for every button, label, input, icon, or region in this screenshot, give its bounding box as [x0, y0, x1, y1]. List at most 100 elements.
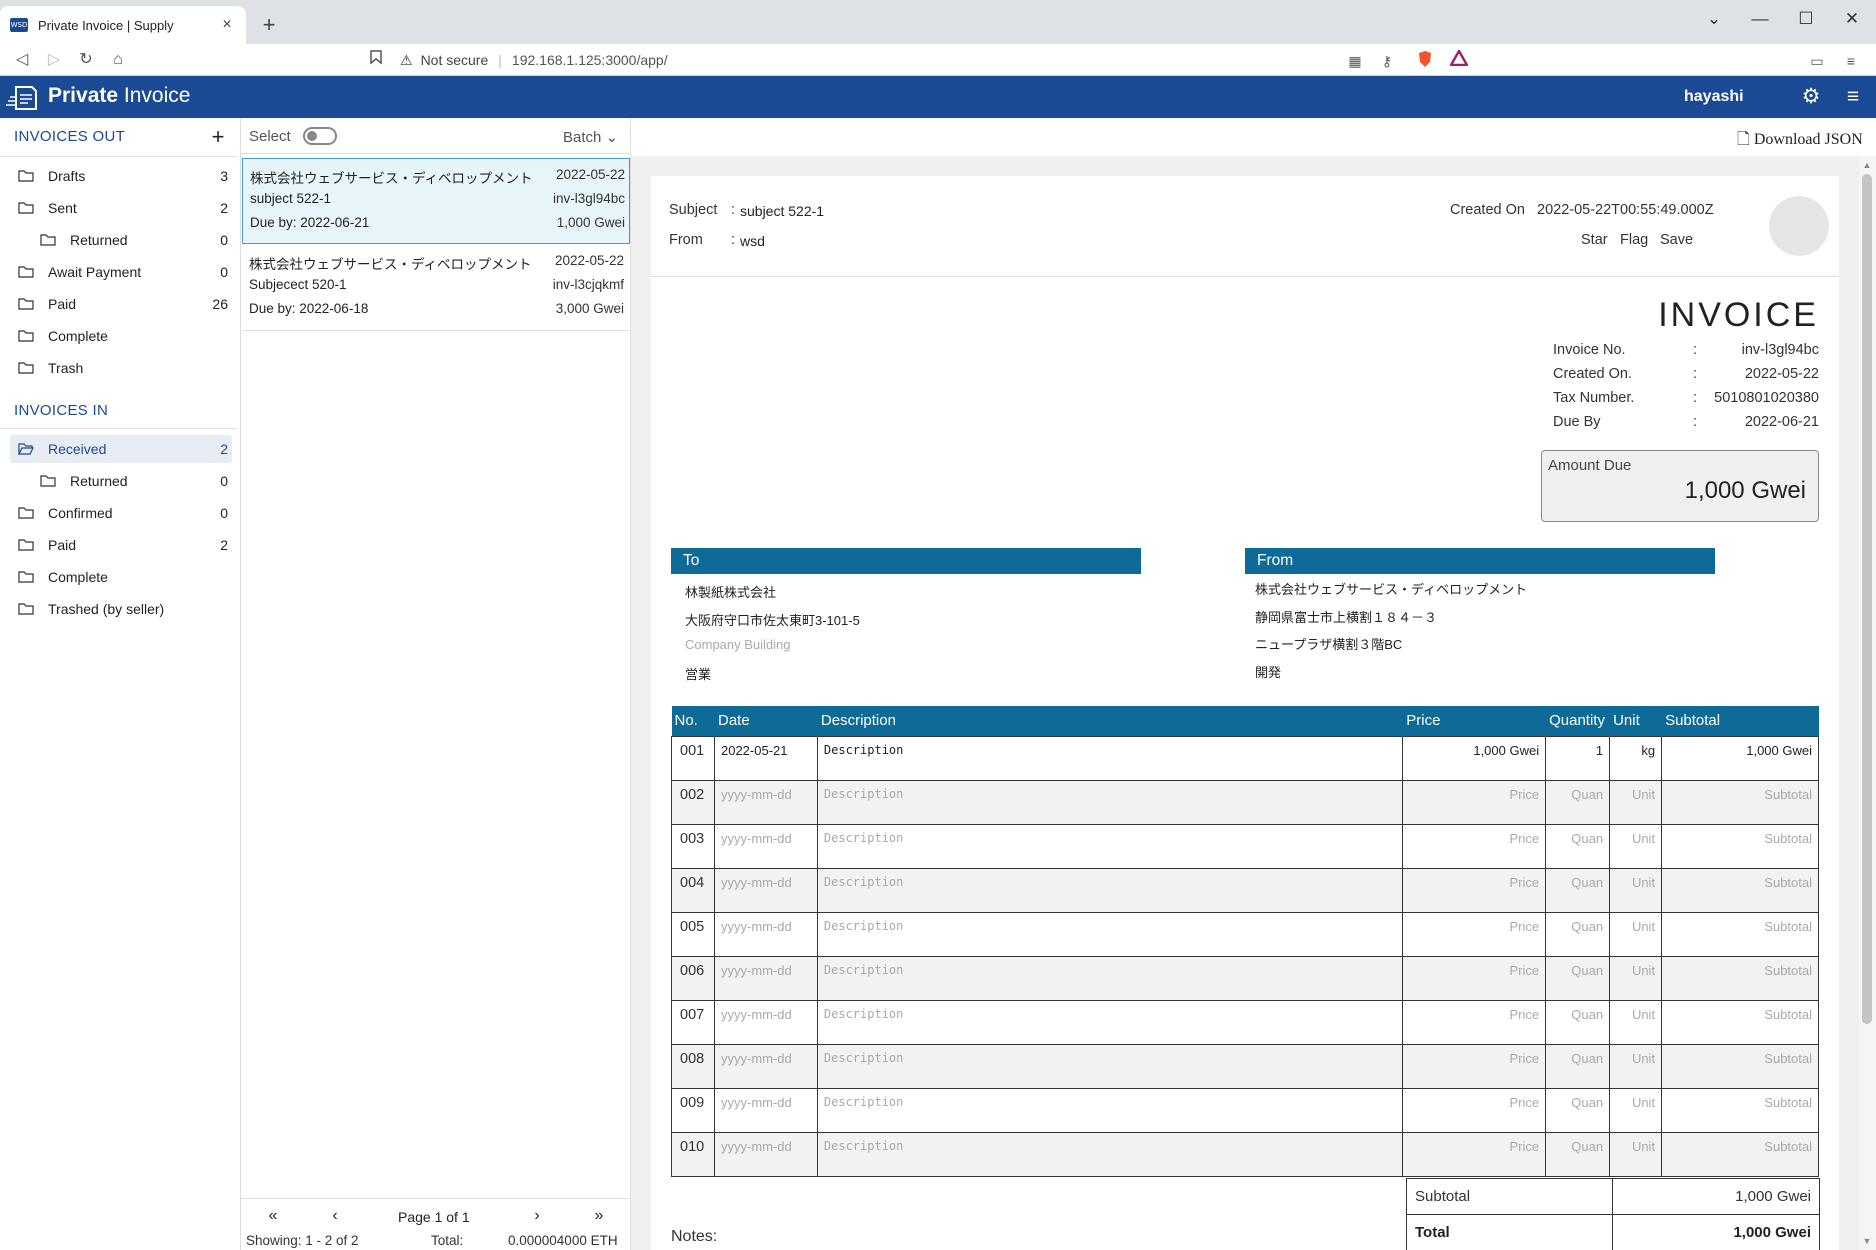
price-input[interactable]: Price [1402, 1131, 1547, 1177]
date-input[interactable]: yyyy-mm-dd [713, 867, 818, 913]
brave-rewards-icon[interactable] [1448, 48, 1470, 72]
sidebar-item-paid-out[interactable]: Paid 26 [10, 290, 232, 318]
date-input[interactable]: yyyy-mm-dd [713, 1131, 818, 1177]
unit-input[interactable]: Unit [1609, 1043, 1663, 1089]
sidebar-item-sent[interactable]: Sent 2 [10, 194, 232, 222]
unit-input[interactable]: Unit [1609, 999, 1663, 1045]
description-input[interactable]: Description [816, 823, 1404, 869]
quantity-input[interactable]: 1 [1545, 735, 1611, 781]
browser-tab[interactable]: WSD Private Invoice | Supply × [0, 6, 246, 44]
unit-input[interactable]: Unit [1609, 1131, 1663, 1177]
date-input[interactable]: yyyy-mm-dd [713, 999, 818, 1045]
previous-page-icon[interactable]: ‹ [325, 1207, 345, 1225]
description-input[interactable]: Description [816, 999, 1404, 1045]
save-button[interactable]: Save [1660, 232, 1693, 248]
first-page-icon[interactable]: « [263, 1207, 283, 1225]
invoice-list-item[interactable]: 株式会社ウェブサービス・ディベロップメント 2022-05-22 subject … [242, 158, 630, 244]
quantity-input[interactable]: Quan [1545, 955, 1611, 1001]
browser-menu-icon[interactable]: ≡ [1840, 50, 1862, 72]
settings-gear-icon[interactable]: ⚙ [1798, 84, 1824, 110]
sidebar-item-complete-in[interactable]: Complete [10, 563, 232, 591]
description-input[interactable]: Description [816, 1131, 1404, 1177]
bookmark-icon[interactable] [364, 48, 388, 72]
brave-shield-icon[interactable] [1414, 50, 1436, 72]
unit-input[interactable]: Unit [1609, 911, 1663, 957]
price-input[interactable]: Price [1402, 911, 1547, 957]
unit-input[interactable]: Unit [1609, 779, 1663, 825]
qr-code-icon[interactable]: ▦ [1344, 50, 1366, 72]
tab-close-icon[interactable]: × [218, 16, 236, 34]
sidebar-item-drafts[interactable]: Drafts 3 [10, 162, 232, 190]
sidebar-item-received-returned[interactable]: Returned 0 [32, 467, 232, 495]
close-window-icon[interactable]: ✕ [1832, 4, 1872, 34]
price-input[interactable]: Price [1402, 999, 1547, 1045]
quantity-input[interactable]: Quan [1545, 911, 1611, 957]
date-input[interactable]: 2022-05-21 [713, 735, 818, 781]
sidebar-item-paid-in[interactable]: Paid 2 [10, 531, 232, 559]
unit-input[interactable]: kg [1609, 735, 1663, 781]
description-input[interactable]: Description [816, 911, 1404, 957]
select-toggle[interactable] [303, 127, 337, 145]
description-input[interactable]: Description [816, 1043, 1404, 1089]
description-input[interactable]: Description [816, 1087, 1404, 1133]
sidebar-item-complete-out[interactable]: Complete [10, 322, 232, 350]
unit-input[interactable]: Unit [1609, 1087, 1663, 1133]
unit-input[interactable]: Unit [1609, 867, 1663, 913]
description-input[interactable]: Description [816, 867, 1404, 913]
tab-search-icon[interactable]: ⌄ [1694, 4, 1734, 34]
date-input[interactable]: yyyy-mm-dd [713, 911, 818, 957]
scroll-down-icon[interactable]: ▼ [1862, 1236, 1872, 1246]
invoice-list-item[interactable]: 株式会社ウェブサービス・ディベロップメント 2022-05-22 Subjecec… [242, 245, 630, 331]
price-input[interactable]: Price [1402, 779, 1547, 825]
new-tab-button[interactable]: + [256, 12, 282, 38]
scroll-thumb[interactable] [1862, 174, 1872, 1024]
date-input[interactable]: yyyy-mm-dd [713, 779, 818, 825]
home-icon[interactable]: ⌂ [106, 48, 130, 72]
quantity-input[interactable]: Quan [1545, 823, 1611, 869]
sidebar-item-confirmed[interactable]: Confirmed 0 [10, 499, 232, 527]
scroll-up-icon[interactable]: ▲ [1862, 160, 1872, 170]
back-icon[interactable]: ◁ [10, 48, 34, 72]
batch-dropdown[interactable]: Batch ⌄ [563, 128, 618, 146]
sidebar-item-trash[interactable]: Trash [10, 354, 232, 382]
sidebar-item-trashed-by-seller[interactable]: Trashed (by seller) [10, 595, 232, 623]
quantity-input[interactable]: Quan [1545, 1043, 1611, 1089]
detail-scrollbar[interactable]: ▲ ▼ [1859, 156, 1876, 1250]
key-icon[interactable]: ⚷ [1376, 50, 1398, 72]
description-input[interactable]: Description [816, 779, 1404, 825]
download-json-button[interactable]: 🗋 Download JSON [1737, 128, 1863, 155]
sidebar-item-await-payment[interactable]: Await Payment 0 [10, 258, 232, 286]
minimize-icon[interactable]: — [1740, 4, 1780, 34]
forward-icon[interactable]: ▷ [42, 48, 66, 72]
app-brand[interactable]: Private Invoice [48, 84, 190, 108]
hamburger-menu-icon[interactable]: ≡ [1840, 84, 1866, 110]
date-input[interactable]: yyyy-mm-dd [713, 955, 818, 1001]
unit-input[interactable]: Unit [1609, 955, 1663, 1001]
description-input[interactable]: Description [816, 955, 1404, 1001]
price-input[interactable]: Price [1402, 955, 1547, 1001]
reload-icon[interactable]: ↻ [74, 48, 98, 72]
description-input[interactable]: Description [816, 735, 1404, 781]
price-input[interactable]: Price [1402, 1043, 1547, 1089]
url-field[interactable]: ⚠ Not secure | 192.168.1.125:3000/app/ [400, 46, 1480, 74]
sidebar-item-sent-returned[interactable]: Returned 0 [32, 226, 232, 254]
quantity-input[interactable]: Quan [1545, 779, 1611, 825]
price-input[interactable]: 1,000 Gwei [1402, 735, 1547, 781]
date-input[interactable]: yyyy-mm-dd [713, 1043, 818, 1089]
sidebar-item-received[interactable]: Received 2 [10, 435, 232, 463]
last-page-icon[interactable]: » [589, 1207, 609, 1225]
username[interactable]: hayashi [1684, 88, 1744, 106]
price-input[interactable]: Price [1402, 1087, 1547, 1133]
date-input[interactable]: yyyy-mm-dd [713, 823, 818, 869]
maximize-icon[interactable]: ☐ [1786, 4, 1826, 34]
new-invoice-button[interactable]: + [208, 126, 228, 148]
quantity-input[interactable]: Quan [1545, 1087, 1611, 1133]
price-input[interactable]: Price [1402, 867, 1547, 913]
quantity-input[interactable]: Quan [1545, 999, 1611, 1045]
next-page-icon[interactable]: › [527, 1207, 547, 1225]
quantity-input[interactable]: Quan [1545, 867, 1611, 913]
date-input[interactable]: yyyy-mm-dd [713, 1087, 818, 1133]
price-input[interactable]: Price [1402, 823, 1547, 869]
flag-button[interactable]: Flag [1620, 232, 1648, 248]
unit-input[interactable]: Unit [1609, 823, 1663, 869]
